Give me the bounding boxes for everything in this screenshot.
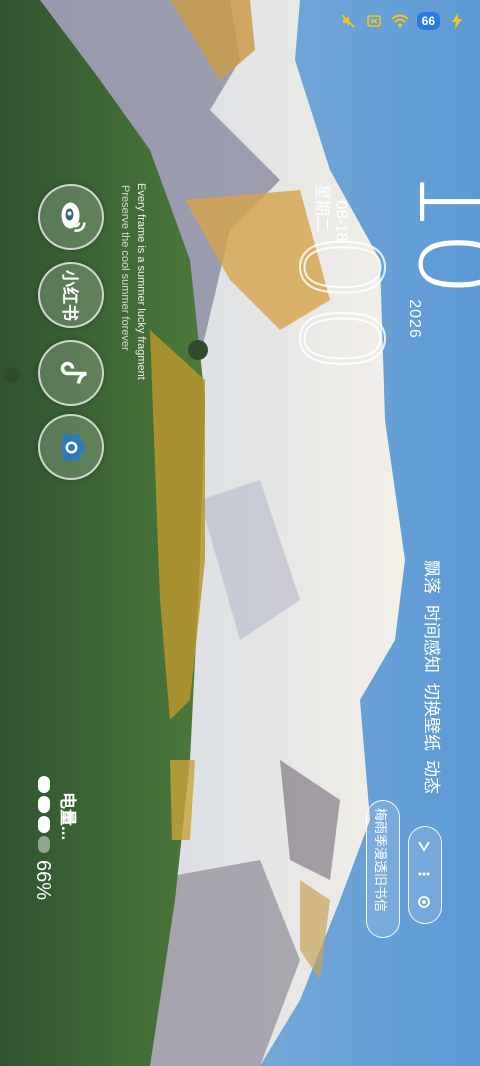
tiktok-icon: [54, 360, 89, 386]
slogan-line-1: Every frame is a summer lucky fragment: [135, 183, 147, 380]
menu-item-switch-wallpaper[interactable]: 切换壁纸: [421, 683, 446, 751]
battery-level-segment: [38, 796, 50, 813]
wifi-icon: [390, 12, 409, 30]
battery-level-segment: [38, 816, 50, 833]
status-bar: 66: [339, 8, 466, 34]
menu-item-time-sense[interactable]: 时间感知: [421, 605, 446, 673]
weibo-icon: [54, 200, 89, 234]
battery-widget-percent: 66%: [32, 860, 54, 901]
clock-minute: 00: [273, 231, 405, 376]
battery-level-segment: [38, 776, 50, 793]
menu-item-piaoluo[interactable]: 飘落: [421, 560, 446, 594]
tiktok-app-button[interactable]: [38, 340, 104, 406]
xiaohongshu-icon: 小红书: [59, 269, 79, 321]
music-next-icon[interactable]: [416, 894, 432, 910]
sim-off-icon: [365, 12, 383, 30]
music-song-title: 梅雨季漫透旧书信: [373, 808, 388, 913]
battery-level-segment: [38, 836, 50, 853]
clock-hour: 10: [395, 166, 480, 296]
slogan-line-2: Preserve the cool summer forever: [119, 185, 131, 351]
xiaohongshu-app-button[interactable]: 小红书: [38, 262, 104, 328]
battery-indicator: 66: [416, 12, 440, 30]
camera-icon: [56, 432, 87, 462]
clock-date: 08-18: [332, 200, 350, 242]
camera-app-button[interactable]: [38, 414, 104, 480]
charging-icon: [448, 12, 466, 30]
clock-year: 2026: [405, 299, 423, 339]
music-play-icon[interactable]: [416, 866, 432, 882]
music-prev-icon[interactable]: [416, 838, 432, 854]
weibo-app-button[interactable]: [38, 184, 104, 250]
mute-icon: [339, 12, 357, 30]
menu-item-dynamic[interactable]: 动态: [421, 760, 446, 794]
battery-widget-label: 电量...: [58, 792, 77, 841]
